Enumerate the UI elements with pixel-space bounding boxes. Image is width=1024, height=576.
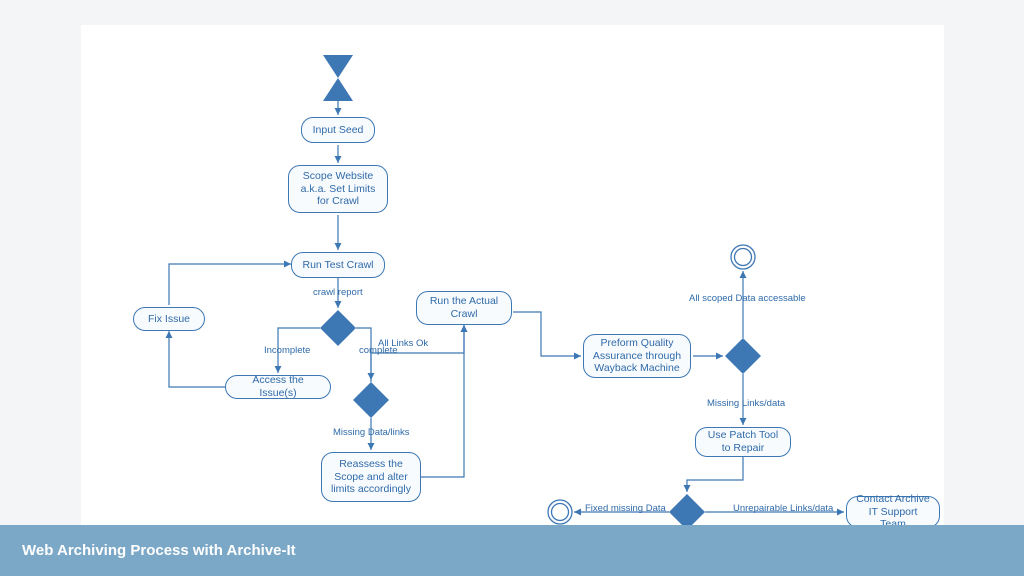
node-input-seed: Input Seed <box>301 117 375 143</box>
start-event-icon <box>323 55 353 101</box>
edge-access-to-fix <box>169 331 226 387</box>
edge-actual-to-qa <box>513 312 581 356</box>
decision-quality <box>725 338 761 374</box>
label-missing-links-data: Missing Links/data <box>707 398 785 409</box>
node-fix-issue: Fix Issue <box>133 307 205 331</box>
edge-fix-to-testcrawl <box>169 264 291 305</box>
label-fixed-missing-data: Fixed missing Data <box>585 503 666 514</box>
footer-title: Web Archiving Process with Archive-It <box>22 542 296 559</box>
node-access-issues: Access the Issue(s) <box>225 375 331 399</box>
node-scope-website: Scope Website a.k.a. Set Limits for Craw… <box>288 165 388 213</box>
label-missing-data-links: Missing Data/links <box>333 427 410 438</box>
decision-crawl-report <box>320 310 356 346</box>
node-contact-support: Contact Archive IT Support Team <box>846 496 940 528</box>
label-crawl-report: crawl report <box>313 287 363 298</box>
node-run-actual-crawl: Run the Actual Crawl <box>416 291 512 325</box>
end-event-left <box>548 500 572 524</box>
decision-links-check <box>353 382 389 418</box>
node-reassess-scope: Reassess the Scope and alter limits acco… <box>321 452 421 502</box>
diagram-canvas: Input Seed Scope Website a.k.a. Set Limi… <box>81 25 944 525</box>
label-all-scoped-accessible: All scoped Data accessable <box>689 293 806 304</box>
label-unrepairable: Unrepairable Links/data <box>733 503 833 514</box>
end-event-top <box>731 245 755 269</box>
edge-patch-to-decision4 <box>687 457 743 492</box>
diagram-svg <box>81 25 944 525</box>
node-quality-assurance: Preform Quality Assurance through Waybac… <box>583 334 691 378</box>
label-incomplete: Incomplete <box>264 345 310 356</box>
label-all-links-ok: All Links Ok <box>378 338 428 349</box>
node-run-test-crawl: Run Test Crawl <box>291 252 385 278</box>
decision-repair <box>669 494 705 525</box>
footer-bar: Web Archiving Process with Archive-It <box>0 525 1024 576</box>
node-use-patch-tool: Use Patch Tool to Repair <box>695 427 791 457</box>
